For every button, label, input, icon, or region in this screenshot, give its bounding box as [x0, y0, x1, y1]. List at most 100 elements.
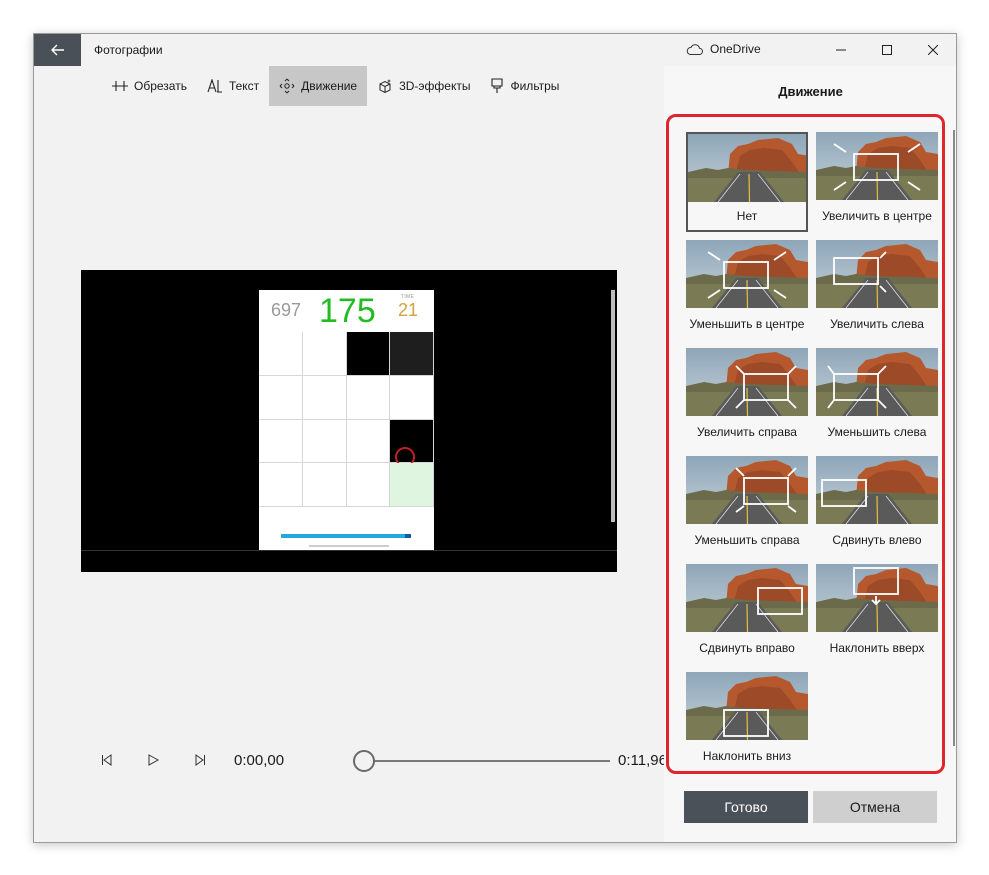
motion-option[interactable]: Сдвинуть влево — [816, 456, 938, 556]
grid-cell — [346, 463, 391, 507]
minimize-button[interactable] — [818, 34, 864, 66]
seek-track[interactable] — [364, 760, 610, 762]
game-hud: 697 175 TIME 21 — [259, 290, 434, 332]
minimize-icon — [836, 49, 846, 51]
tool-motion[interactable]: Движение — [269, 66, 368, 106]
text-icon — [207, 79, 222, 93]
grid-cell-green — [390, 463, 434, 507]
step-forward-icon — [195, 754, 205, 766]
motion-thumbnail — [686, 456, 808, 524]
motion-option-label: Уменьшить справа — [694, 533, 800, 547]
motion-thumbnail — [816, 240, 938, 308]
tool-3d-effects[interactable]: 3D-эффекты — [367, 66, 480, 106]
back-button[interactable] — [34, 34, 81, 66]
motion-option-label: Увеличить слева — [830, 317, 924, 331]
motion-option-label: Увеличить справа — [697, 425, 797, 439]
motion-thumbnail — [686, 672, 808, 740]
hud-score-value: 175 — [319, 292, 376, 330]
filters-icon — [491, 78, 504, 93]
game-screenshot: 697 175 TIME 21 — [259, 290, 434, 550]
motion-option-label: Уменьшить слева — [827, 425, 927, 439]
grid-cell — [302, 375, 347, 420]
motion-option-label: Наклонить вниз — [702, 749, 792, 763]
grid-cell — [302, 419, 347, 464]
motion-option[interactable]: Уменьшить слева — [816, 348, 938, 448]
panel-scrollbar[interactable] — [953, 130, 955, 746]
preview-scrollbar — [611, 290, 615, 522]
tool-filters-label: Фильтры — [510, 79, 560, 93]
grid-cell — [390, 375, 434, 420]
maximize-button[interactable] — [864, 34, 910, 66]
app-title: Фотографии — [94, 43, 163, 57]
motion-thumbnail — [816, 132, 938, 200]
grid-cell-black — [346, 332, 391, 376]
grid-cell — [346, 375, 391, 420]
motion-thumbnail — [816, 456, 938, 524]
motion-option-label: Нет — [736, 209, 758, 223]
motion-icon — [279, 78, 295, 94]
step-forward-button[interactable] — [191, 751, 209, 769]
motion-thumbnail — [686, 564, 808, 632]
motion-option[interactable]: Уменьшить справа — [686, 456, 808, 556]
done-button[interactable]: Готово — [684, 791, 808, 823]
close-icon — [928, 45, 938, 55]
back-arrow-icon — [50, 44, 64, 56]
tool-motion-label: Движение — [301, 79, 358, 93]
tool-text-label: Текст — [228, 79, 260, 93]
cancel-button[interactable]: Отмена — [813, 791, 937, 823]
motion-thumbnail — [688, 134, 806, 202]
onedrive-status[interactable]: OneDrive — [686, 42, 761, 56]
motion-option[interactable]: Уменьшить в центре — [686, 240, 808, 340]
play-icon — [148, 754, 159, 766]
motion-option[interactable]: Нет — [686, 132, 808, 232]
tool-3d-effects-label: 3D-эффекты — [399, 79, 471, 93]
motion-option-label: Сдвинуть вправо — [699, 641, 795, 655]
game-grid — [259, 332, 434, 507]
motion-option-label: Уменьшить в центре — [689, 317, 805, 331]
seek-thumb[interactable] — [353, 750, 375, 772]
tool-text[interactable]: Текст — [197, 66, 269, 106]
grid-cell — [259, 375, 303, 420]
grid-cell — [302, 463, 347, 507]
tool-trim[interactable]: Обрезать — [102, 66, 197, 106]
3d-effects-icon — [379, 79, 392, 94]
game-progress-bar-end — [405, 534, 411, 538]
tool-trim-label: Обрезать — [134, 79, 187, 93]
motion-option[interactable]: Увеличить слева — [816, 240, 938, 340]
game-progress-bar — [281, 534, 411, 538]
motion-option[interactable]: Сдвинуть вправо — [686, 564, 808, 664]
editor-toolbar: Обрезать Текст Движение 3D-эффекты Фильт… — [102, 66, 569, 106]
motion-option[interactable]: Увеличить в центре — [816, 132, 938, 232]
motion-thumbnail — [816, 564, 938, 632]
motion-thumbnail — [686, 348, 808, 416]
motion-option-label: Увеличить в центре — [822, 209, 932, 223]
cloud-icon — [686, 43, 703, 55]
hud-time-value: 21 — [398, 300, 419, 320]
grid-cell — [259, 463, 303, 507]
grid-cell — [259, 332, 303, 376]
playback-controls: 0:00,00 0:11,96 — [94, 742, 667, 778]
motion-thumbnail — [686, 240, 808, 308]
motion-option-label: Сдвинуть влево — [832, 533, 922, 547]
grid-cell-black — [390, 419, 434, 467]
onedrive-label: OneDrive — [710, 42, 761, 56]
hud-left-value: 697 — [271, 300, 302, 320]
maximize-icon — [882, 45, 892, 55]
current-time: 0:00,00 — [234, 752, 285, 769]
play-button[interactable] — [144, 751, 162, 769]
close-button[interactable] — [910, 34, 956, 66]
game-caption-line — [309, 545, 389, 547]
motion-option-label: Наклонить вверх — [829, 641, 925, 655]
panel-title: Движение — [778, 84, 843, 99]
grid-cell — [346, 419, 391, 464]
motion-option[interactable]: Увеличить справа — [686, 348, 808, 448]
total-time: 0:11,96 — [618, 752, 667, 769]
video-preview[interactable]: 697 175 TIME 21 — [81, 270, 617, 572]
grid-cell — [302, 332, 347, 376]
motion-option[interactable]: Наклонить вниз — [686, 672, 808, 772]
grid-cell — [259, 419, 303, 464]
step-back-button[interactable] — [98, 751, 116, 769]
tool-filters[interactable]: Фильтры — [480, 66, 569, 106]
motion-option[interactable]: Наклонить вверх — [816, 564, 938, 664]
step-back-icon — [102, 754, 112, 766]
